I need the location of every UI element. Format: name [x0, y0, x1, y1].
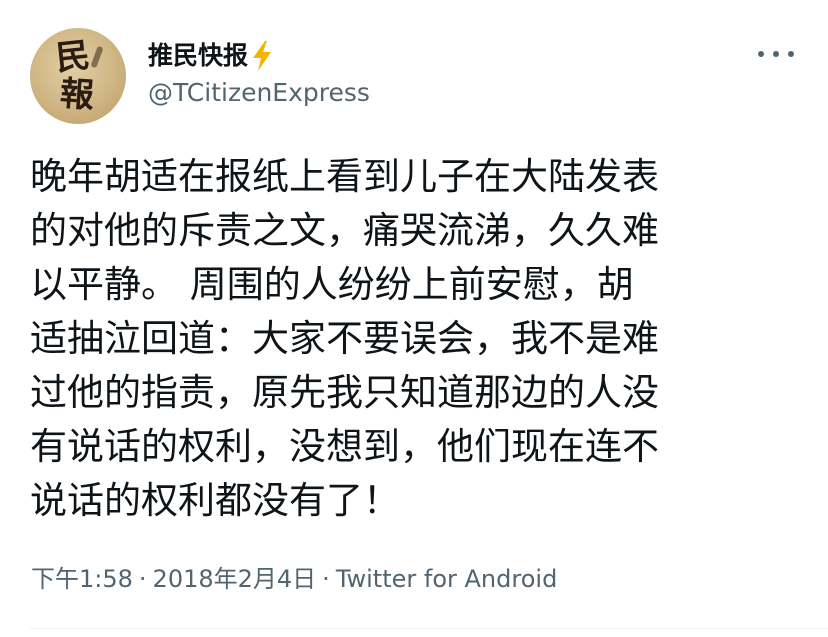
divider [30, 628, 828, 629]
tweet-metadata: 下午1:58 · 2018年2月4日 · Twitter for Android [31, 562, 557, 596]
user-handle[interactable]: @TCitizenExpress [148, 76, 370, 110]
avatar[interactable]: 民 報 [30, 28, 126, 124]
tweet-text-line: 有说话的权利，没想到，他们现在连不 [30, 425, 659, 468]
meta-separator: · [138, 565, 147, 593]
tweet-text-line: 以平静。 周围的人纷纷上前安慰，胡 [30, 263, 634, 306]
tweet-date[interactable]: 2018年2月4日 [153, 565, 317, 593]
more-dot [758, 51, 764, 57]
tweet-text-line: 过他的指责，原先我只知道那边的人没 [30, 371, 659, 414]
more-dot [773, 51, 779, 57]
tweet-text-line: 晚年胡适在报纸上看到儿子在大陆发表 [30, 155, 659, 198]
avatar-glyph-min: 民 [54, 35, 92, 79]
lightning-bolt-icon [250, 40, 274, 72]
tweet-text-line: 适抽泣回道：大家不要误会，我不是难 [30, 317, 659, 360]
avatar-brush-stroke [90, 45, 104, 69]
more-options-icon[interactable] [758, 44, 794, 64]
avatar-glyph-bao: 報 [58, 73, 96, 117]
more-dot [788, 51, 794, 57]
author-name-row: 推民快报 [148, 38, 274, 74]
tweet-time[interactable]: 下午1:58 [31, 565, 133, 593]
tweet-card: 民 報 推民快报 @TCitizenExpress 晚年胡适在报纸上看到儿子在大… [0, 0, 828, 637]
tweet-text-line: 说话的权利都没有了！ [30, 479, 400, 522]
tweet-source[interactable]: Twitter for Android [336, 565, 557, 593]
meta-separator: · [322, 565, 330, 593]
display-name[interactable]: 推民快报 [148, 38, 248, 74]
tweet-text-line: 的对他的斥责之文，痛哭流涕，久久难 [30, 209, 659, 252]
tweet-text: 晚年胡适在报纸上看到儿子在大陆发表 的对他的斥责之文，痛哭流涕，久久难 以平静。… [30, 150, 800, 528]
